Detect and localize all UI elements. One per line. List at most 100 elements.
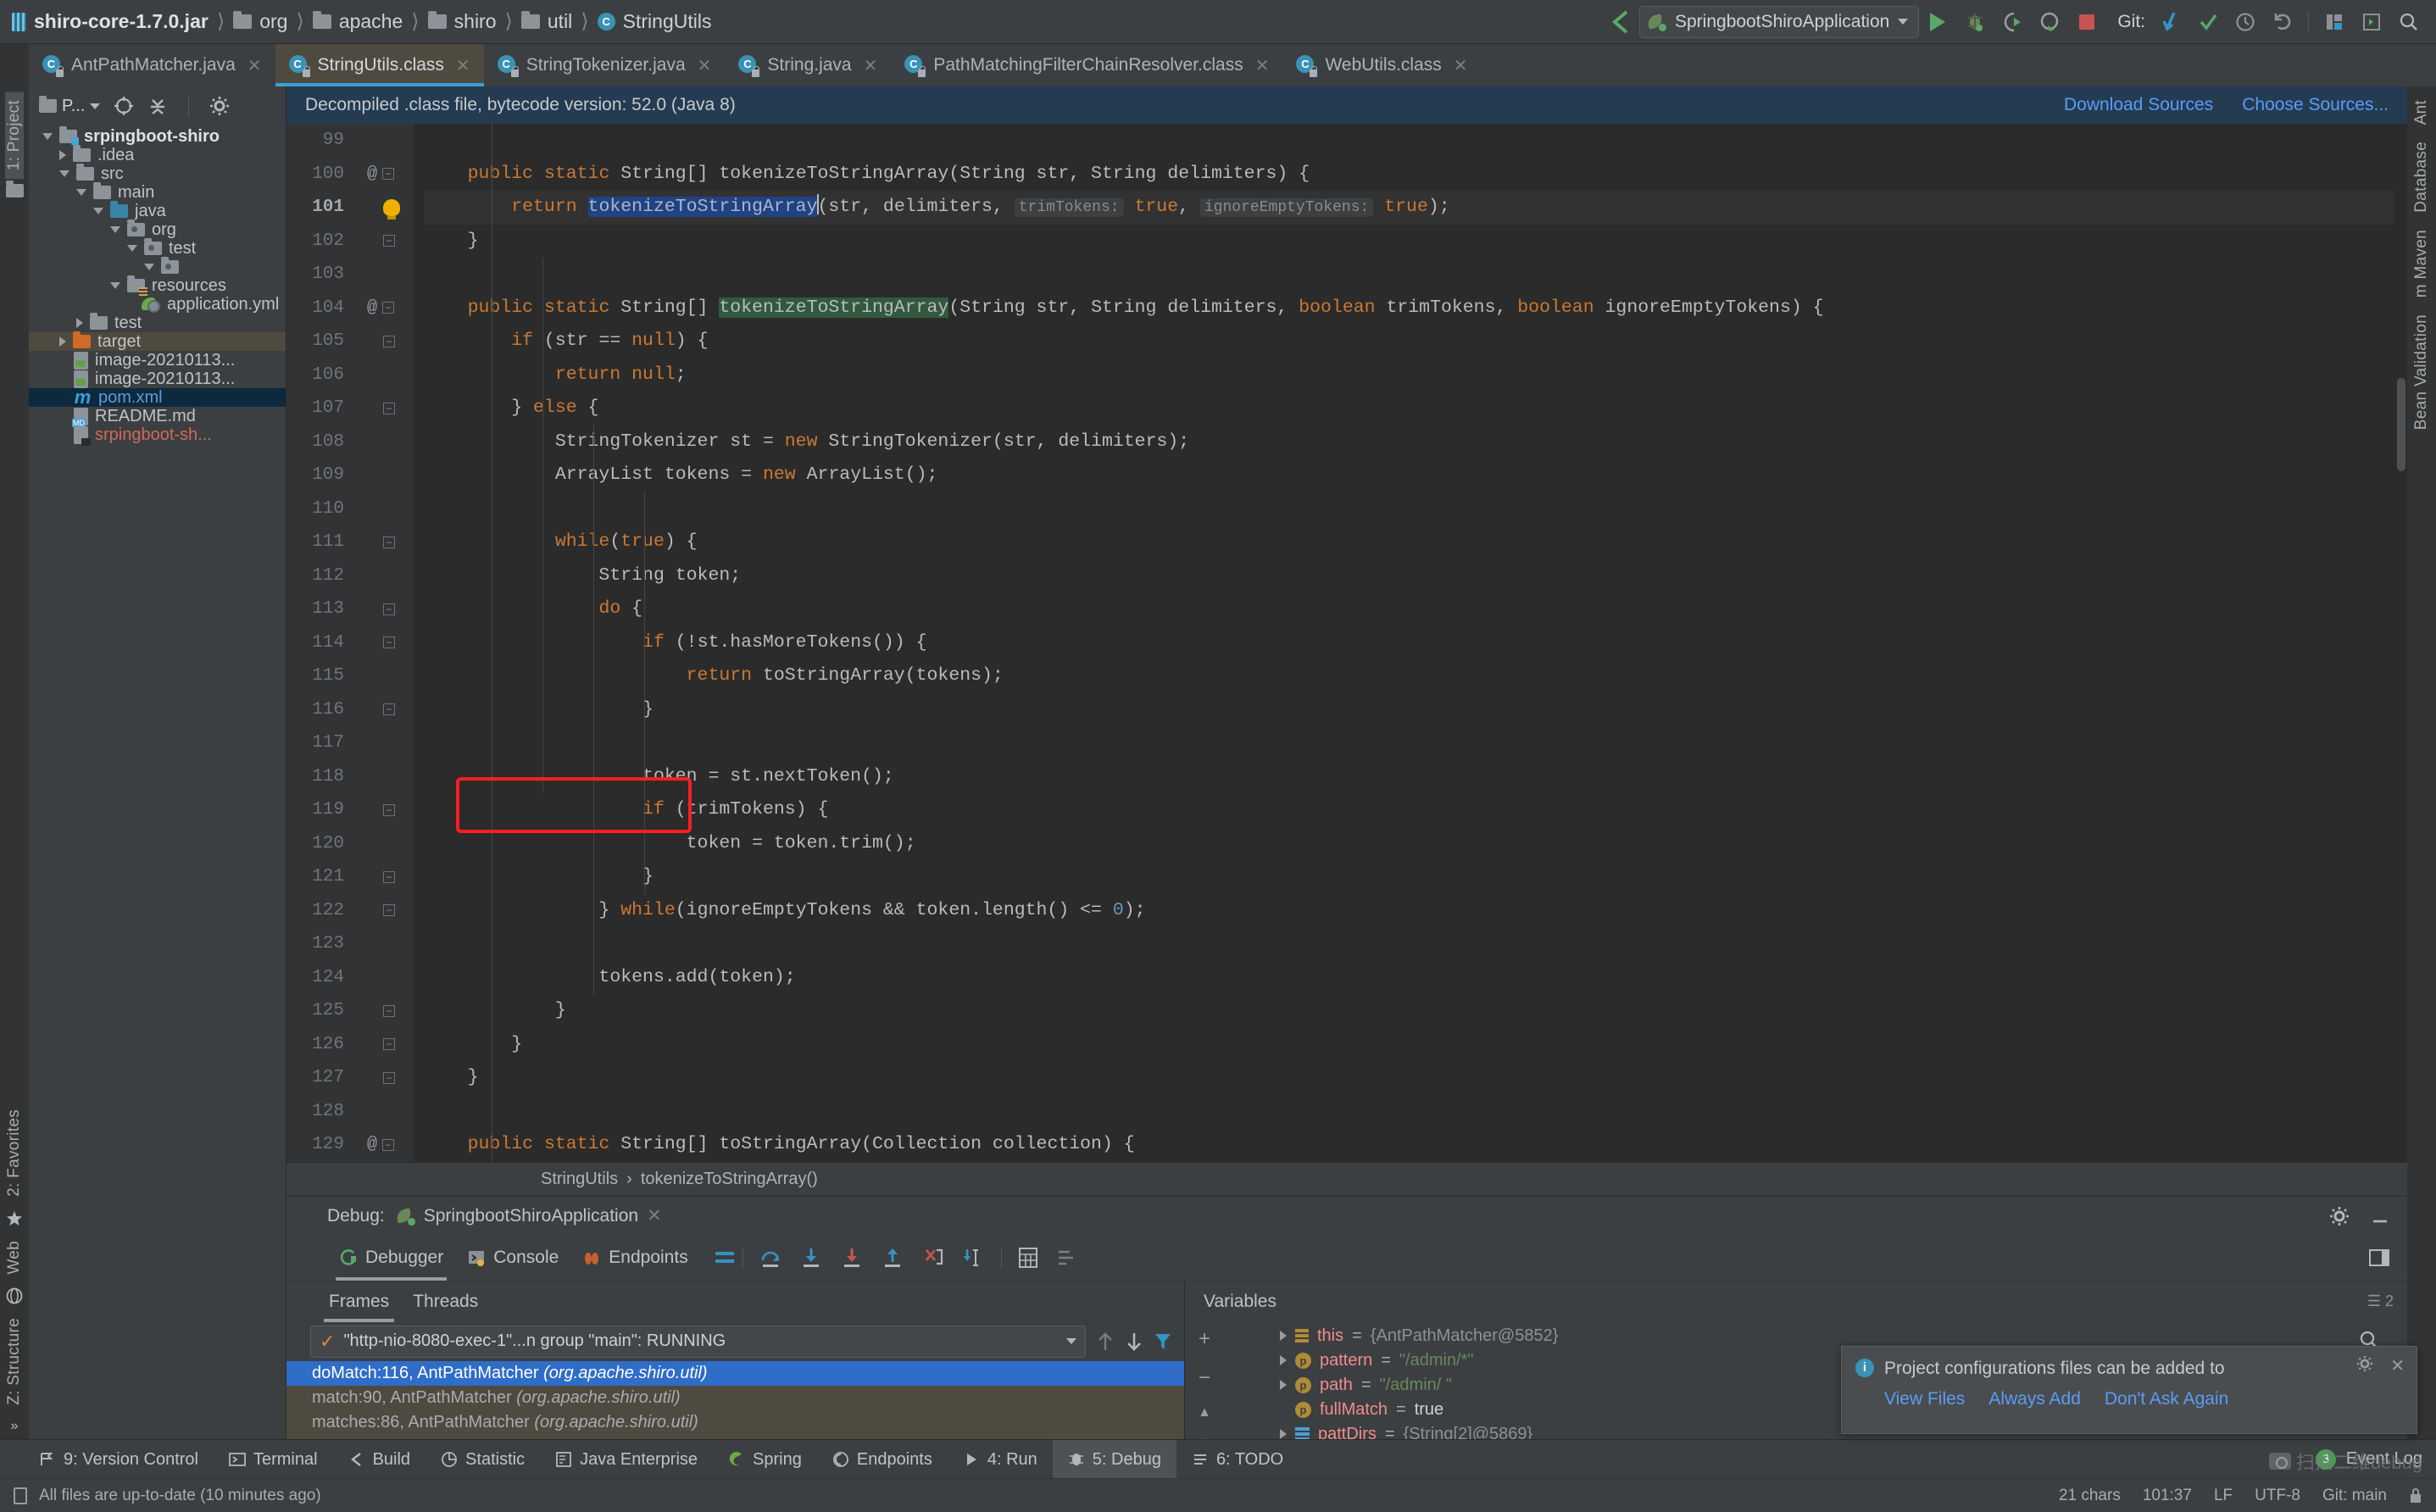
tab-frames[interactable]: Frames	[317, 1281, 401, 1322]
restore-layout-icon[interactable]	[2368, 1248, 2407, 1268]
code-line[interactable]: return tokenizeToStringArray(str, delimi…	[424, 191, 2394, 225]
gear-icon[interactable]	[2329, 1206, 2350, 1226]
code-line[interactable]	[424, 1095, 2394, 1129]
gutter-marker-row[interactable]	[367, 659, 414, 693]
code-line[interactable]: while(true) {	[424, 525, 2394, 559]
profile-button[interactable]	[2031, 5, 2068, 39]
tab-threads[interactable]: Threads	[401, 1281, 490, 1322]
code-line[interactable]: if (trimTokens) {	[424, 793, 2394, 827]
gutter-marker-row[interactable]: −	[367, 626, 414, 660]
stack-frame-row[interactable]: match:90, AntPathMatcher (org.apache.shi…	[286, 1385, 1184, 1410]
git-commit-button[interactable]	[2189, 5, 2227, 39]
view-files-link[interactable]: View Files	[1884, 1389, 1965, 1409]
gutter-marker-row[interactable]: −	[367, 994, 414, 1028]
breadcrumb-shiro[interactable]: shiro	[423, 10, 502, 33]
inline-watch-icon[interactable]: ☰ 2	[2367, 1292, 2394, 1310]
gutter-marker-row[interactable]: −	[367, 592, 414, 626]
rail-item-web[interactable]: Web	[5, 1232, 24, 1283]
device-manager-icon[interactable]	[2353, 5, 2390, 39]
rail-item-structure[interactable]: Z: Structure	[5, 1309, 24, 1414]
rail-item-database[interactable]: Database	[2412, 133, 2431, 221]
editor-tab-string[interactable]: C String.java ✕	[725, 44, 891, 86]
gutter-marker-row[interactable]	[367, 359, 414, 392]
tool-window-9-version-control[interactable]: 9: Version Control	[24, 1440, 214, 1479]
gutter-marker-row[interactable]: @ −	[367, 1128, 414, 1162]
status-encoding[interactable]: UTF-8	[2255, 1487, 2300, 1505]
gutter-marker-row[interactable]	[367, 961, 414, 995]
close-icon[interactable]: ✕	[1255, 55, 1270, 76]
editor-tab-stringutils[interactable]: C StringUtils.class ✕	[275, 44, 484, 86]
fold-collapse-icon[interactable]: −	[383, 636, 395, 649]
layout-icon[interactable]	[714, 1248, 736, 1268]
gutter-marker-row[interactable]	[367, 1095, 414, 1129]
code-line[interactable]: tokens.add(token);	[424, 961, 2394, 995]
close-icon[interactable]: ✕	[698, 55, 712, 76]
thread-selector[interactable]: ✓ "http-nio-8080-exec-1"...n group "main…	[310, 1325, 1086, 1358]
gutter-marker-row[interactable]	[367, 258, 414, 292]
tree-item[interactable]: image-20210113...	[29, 370, 286, 388]
remove-watch-icon[interactable]: −	[1199, 1366, 1210, 1390]
close-icon[interactable]: ✕	[647, 1205, 662, 1226]
gear-icon[interactable]	[209, 96, 230, 116]
breadcrumb-jar[interactable]: shiro-core-1.7.0.jar	[7, 10, 214, 33]
debug-session-tab[interactable]: SpringbootShiroApplication ✕	[397, 1205, 662, 1226]
tool-window-6-todo[interactable]: 6: TODO	[1176, 1440, 1299, 1479]
dont-ask-again-link[interactable]: Don't Ask Again	[2105, 1389, 2228, 1409]
gutter-marker-row[interactable]: −	[367, 392, 414, 425]
tree-item[interactable]: test	[29, 313, 286, 332]
fold-end-icon[interactable]: −	[383, 703, 395, 716]
code-text[interactable]: public static String[] tokenizeToStringA…	[414, 124, 2394, 1162]
editor-gutter[interactable]: 99 100 101 102 103 104 105 106 107 108 109 110 111 11…	[286, 124, 414, 1162]
step-into-icon[interactable]	[791, 1247, 831, 1269]
chevron-down-icon[interactable]	[93, 208, 103, 214]
rail-item-project[interactable]: 1: Project	[5, 92, 24, 180]
chevron-right-icon[interactable]	[1280, 1331, 1287, 1341]
tree-item[interactable]: org	[29, 220, 286, 239]
download-sources-link[interactable]: Download Sources	[2064, 95, 2213, 115]
tree-item[interactable]: main	[29, 182, 286, 202]
code-line[interactable]: return null;	[424, 359, 2394, 392]
fold-end-icon[interactable]: −	[383, 904, 395, 917]
tool-window-5-debug[interactable]: 5: Debug	[1052, 1439, 1176, 1479]
git-history-icon[interactable]	[2227, 5, 2264, 39]
always-add-link[interactable]: Always Add	[1988, 1389, 2081, 1409]
structure-icon[interactable]	[2316, 5, 2353, 39]
debug-button[interactable]	[1956, 5, 1994, 39]
frame-down-icon[interactable]	[1125, 1331, 1143, 1353]
gear-icon[interactable]	[2356, 1355, 2373, 1376]
close-icon[interactable]: ✕	[864, 55, 878, 76]
code-line[interactable]: if (!st.hasMoreTokens()) {	[424, 626, 2394, 660]
fold-end-icon[interactable]: −	[383, 870, 395, 883]
close-icon[interactable]: ✕	[1454, 55, 1468, 76]
chevron-down-icon[interactable]	[59, 170, 70, 177]
tool-window-statistic[interactable]: Statistic	[425, 1440, 540, 1479]
run-button[interactable]	[1919, 5, 1956, 39]
run-with-coverage-button[interactable]	[1994, 5, 2031, 39]
gutter-marker-row[interactable]: @ −	[367, 158, 414, 192]
status-caret-position[interactable]: 101:37	[2143, 1487, 2192, 1505]
breadcrumb-class[interactable]: C StringUtils	[592, 10, 717, 33]
tree-item[interactable]: src	[29, 164, 286, 183]
code-line[interactable]: public static String[] toStringArray(Col…	[424, 1128, 2394, 1162]
tool-window-4-run[interactable]: 4: Run	[948, 1440, 1053, 1479]
code-line[interactable]: token = st.nextToken();	[424, 760, 2394, 794]
run-to-cursor-icon[interactable]	[954, 1247, 994, 1269]
code-line[interactable]: }	[424, 225, 2394, 258]
code-line[interactable]: do {	[424, 592, 2394, 626]
lock-icon[interactable]	[2409, 1487, 2422, 1504]
step-over-icon[interactable]	[750, 1247, 791, 1269]
gutter-marker-row[interactable]: −	[367, 894, 414, 928]
gutter-marker-row[interactable]	[367, 124, 414, 158]
code-line[interactable]: }	[424, 693, 2394, 727]
gutter-marker-row[interactable]: −	[367, 325, 414, 359]
chevron-right-icon[interactable]	[1280, 1355, 1287, 1365]
gutter-marker-row[interactable]	[367, 425, 414, 459]
add-watch-icon[interactable]: +	[1199, 1327, 1210, 1351]
chevron-right-icon[interactable]	[1280, 1429, 1287, 1439]
gutter-marker-row[interactable]: −	[367, 860, 414, 894]
tree-item[interactable]: srpingboot-shiro	[29, 126, 286, 146]
debug-tab-endpoints[interactable]: Endpoints	[570, 1235, 699, 1281]
gutter-marker-row[interactable]	[367, 726, 414, 760]
debug-tab-console[interactable]: Console	[455, 1235, 570, 1281]
tool-window-terminal[interactable]: Terminal	[214, 1440, 333, 1479]
